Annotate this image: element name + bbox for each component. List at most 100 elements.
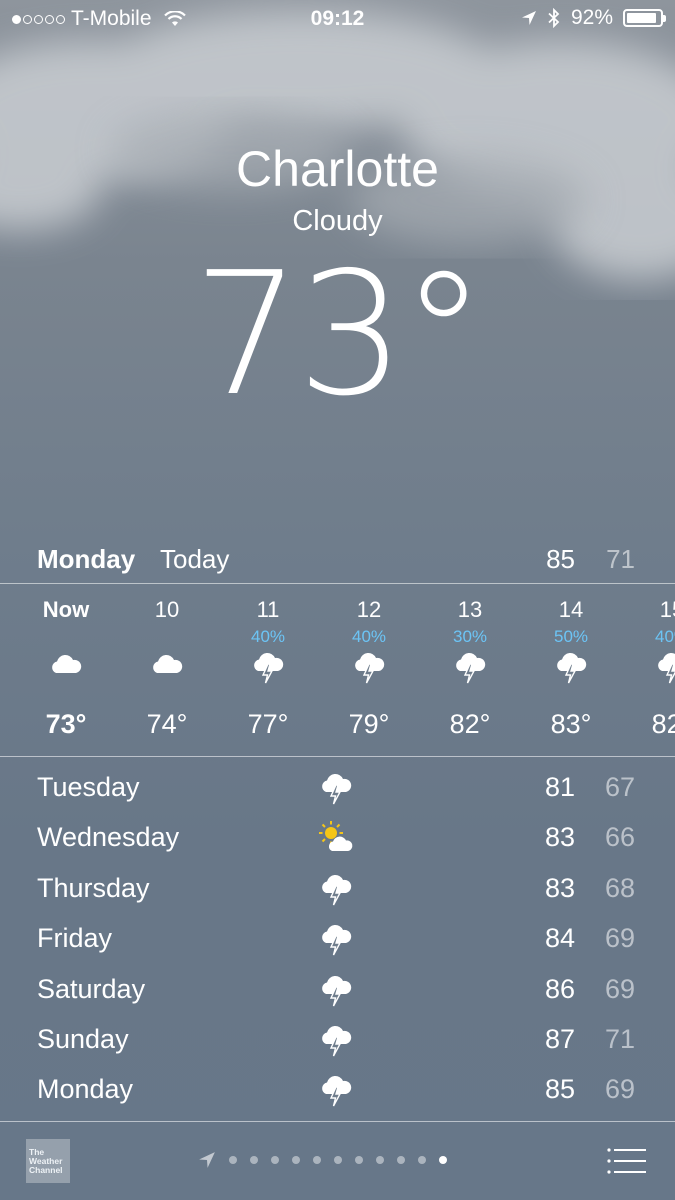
hour-label: 13 (457, 597, 483, 622)
current-temperature: 73° (192, 236, 486, 434)
day-low: 68 (604, 872, 635, 903)
thunderstorm-icon (322, 975, 352, 1006)
precip-chance: 50% (553, 627, 589, 646)
hourly-forecast[interactable]: Now 73° 10 74° 11 40% 77° 12 40% 79° 13 30% 82° 14 50%… (0, 585, 675, 755)
today-summary: Monday Today 85 71 (0, 540, 675, 580)
page-dot[interactable] (355, 1156, 363, 1164)
hourly-item: 10 74° (117, 585, 217, 755)
hour-icon (452, 649, 488, 685)
thunderstorm-icon (322, 774, 352, 805)
day-name: Thursday (37, 872, 150, 903)
hour-icon (553, 649, 589, 685)
status-bar: T-Mobile 09:12 92% (0, 0, 675, 38)
precip-chance: 40% (654, 627, 675, 646)
thunderstorm-icon (456, 653, 486, 684)
day-name: Friday (37, 923, 113, 954)
page-dot[interactable] (292, 1156, 300, 1164)
daily-row: Sunday 87 71 (0, 1014, 675, 1064)
day-low: 69 (604, 1074, 635, 1105)
thunderstorm-icon (557, 653, 587, 684)
day-high: 84 (544, 923, 575, 954)
battery-percent: 92% (570, 6, 613, 29)
hour-temp: 74° (146, 709, 188, 739)
partly-cloudy-icon (319, 821, 353, 852)
day-low: 67 (604, 772, 635, 802)
bluetooth-icon (548, 8, 560, 28)
page-dot[interactable] (376, 1156, 384, 1164)
day-low: 71 (604, 1023, 635, 1054)
list-icon[interactable] (607, 1146, 647, 1176)
daily-forecast[interactable]: Tuesday 81 67 Wednesday 83 66 Thursday 83 68 Frid… (0, 762, 675, 1115)
page-indicator[interactable] (198, 1150, 447, 1170)
day-high: 83 (544, 872, 575, 903)
page-dot[interactable] (229, 1156, 237, 1164)
day-name: Saturday (37, 973, 146, 1004)
thunderstorm-icon (322, 925, 352, 956)
day-icon (318, 1072, 354, 1108)
day-low: 66 (604, 822, 635, 853)
page-dot[interactable] (313, 1156, 321, 1164)
battery-icon (623, 9, 666, 27)
weather-channel-logo[interactable]: The Weather Channel (26, 1139, 70, 1183)
day-high: 81 (544, 772, 575, 802)
hour-temp: 82° (449, 709, 491, 739)
day-name: Tuesday (37, 772, 140, 802)
divider (0, 583, 675, 584)
page-dot[interactable] (334, 1156, 342, 1164)
hour-temp: 82° (651, 709, 675, 739)
page-dot[interactable] (418, 1156, 426, 1164)
bottom-toolbar: The Weather Channel (0, 1122, 675, 1200)
today-day: Monday (37, 544, 136, 574)
cloud-icon (153, 655, 183, 673)
hour-label: 14 (558, 597, 584, 622)
day-icon (318, 770, 354, 806)
daily-row: Saturday 86 69 (0, 964, 675, 1014)
hourly-item: 15 40% 82° (622, 585, 675, 755)
thunderstorm-icon (355, 653, 385, 684)
daily-row: Wednesday 83 66 (0, 812, 675, 862)
page-dot[interactable] (439, 1156, 447, 1164)
page-dot[interactable] (397, 1156, 405, 1164)
day-icon (318, 820, 354, 856)
page-dot[interactable] (250, 1156, 258, 1164)
day-name: Wednesday (37, 822, 180, 853)
daily-row: Friday 84 69 (0, 913, 675, 963)
location-arrow-icon (521, 11, 536, 25)
hour-temp: 77° (247, 709, 289, 739)
day-icon (318, 871, 354, 907)
cloud-icon (52, 655, 82, 673)
hourly-item: 12 40% 79° (319, 585, 419, 755)
hour-temp: 73° (45, 709, 87, 739)
thunderstorm-icon (658, 653, 675, 684)
today-label: Today (160, 544, 230, 574)
day-icon (318, 921, 354, 957)
hour-label: 15 (659, 597, 675, 622)
today-low: 71 (606, 544, 635, 574)
page-dot[interactable] (271, 1156, 279, 1164)
day-high: 83 (544, 822, 575, 853)
day-high: 86 (544, 973, 575, 1004)
hour-icon (250, 649, 286, 685)
hour-label: 12 (356, 597, 382, 622)
today-high: 85 (546, 544, 575, 574)
day-icon (318, 1022, 354, 1058)
daily-row: Monday 85 69 (0, 1064, 675, 1114)
hourly-item: Now 73° (16, 585, 116, 755)
hour-icon (48, 649, 84, 685)
hour-label: 11 (256, 597, 280, 622)
divider (0, 756, 675, 757)
hourly-item: 11 40% 77° (218, 585, 318, 755)
status-right: 92% (521, 6, 666, 30)
day-name: Sunday (37, 1023, 129, 1054)
day-name: Monday (37, 1074, 134, 1105)
hour-label: 10 (154, 597, 180, 622)
day-high: 87 (544, 1023, 575, 1054)
hour-temp: 83° (550, 709, 592, 739)
hour-icon (351, 649, 387, 685)
daily-row: Thursday 83 68 (0, 863, 675, 913)
precip-chance: 40% (351, 627, 387, 646)
daily-row: Tuesday 81 67 (0, 762, 675, 812)
current-condition: Cloudy (292, 205, 383, 237)
precip-chance: 30% (452, 627, 488, 646)
thunderstorm-icon (322, 1076, 352, 1107)
